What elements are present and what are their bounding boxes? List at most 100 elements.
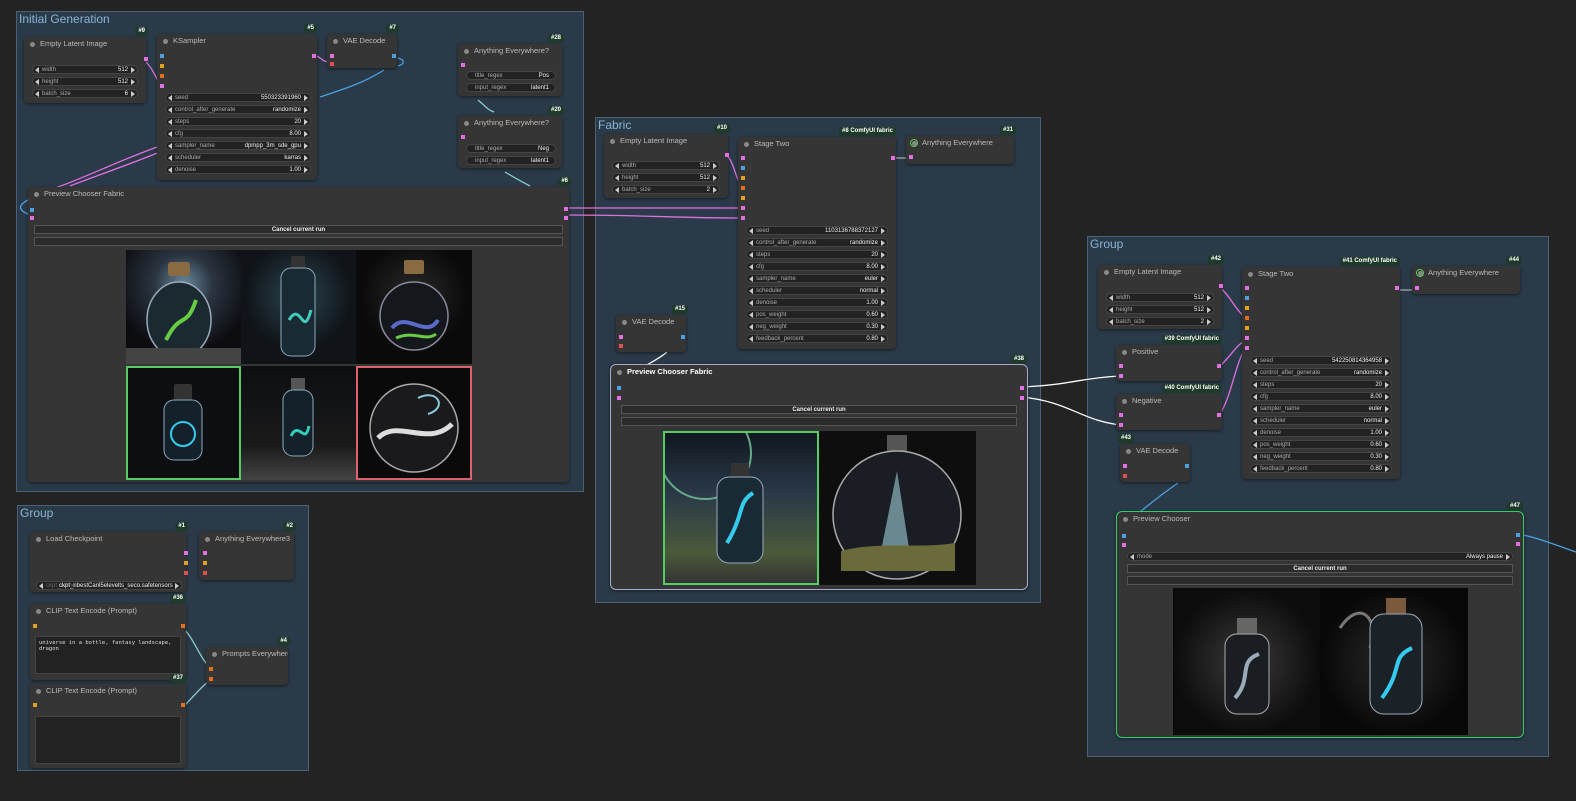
input-socket[interactable] [160,84,164,88]
node-stage-two-8[interactable]: #8 ComfyUI fabric Stage Two seed 11031367… [738,127,896,349]
batch-size-widget[interactable]: batch_size 2 [1106,317,1214,326]
input-socket[interactable] [209,677,213,681]
input-socket[interactable] [1245,336,1249,340]
input-socket[interactable] [30,208,34,212]
preview-image-5[interactable] [241,366,356,480]
output-socket[interactable] [1217,364,1221,368]
preview-image-2[interactable] [1320,588,1468,735]
neg-weight-widget[interactable]: neg_weight 0.30 [746,322,888,331]
node-vae-decode-15[interactable]: #15 VAE Decode [616,305,688,352]
input-socket[interactable] [461,135,465,139]
output-socket[interactable] [1395,286,1399,290]
input-socket[interactable] [1123,464,1127,468]
output-socket[interactable] [392,54,396,58]
node-anything-everywhere3-2[interactable]: #2 Anything Everywhere3 [199,522,296,580]
height-widget[interactable]: height 512 [1106,305,1214,314]
denoise-widget[interactable]: denoise 1.00 [165,165,311,174]
input-socket[interactable] [741,206,745,210]
output-socket[interactable] [725,153,729,157]
cfg-widget[interactable]: cfg 8.00 [746,262,888,271]
input-socket[interactable] [1119,364,1123,368]
batch-size-widget[interactable]: batch_size 6 [32,89,138,98]
input-socket[interactable] [741,186,745,190]
preview-image-4[interactable] [126,366,241,480]
input-socket[interactable] [741,166,745,170]
sampler-widget[interactable]: sampler_name euler [746,274,888,283]
input-socket[interactable] [1245,296,1249,300]
control-widget[interactable]: control_after_generate randomize [1250,368,1392,377]
output-socket[interactable] [184,571,188,575]
input-regex-field[interactable]: input_regex latent1 [466,156,556,165]
output-socket[interactable] [1185,464,1189,468]
node-empty-latent-10[interactable]: #10 Empty Latent Image width 512 height 51… [604,124,730,198]
output-socket[interactable] [1516,542,1520,546]
input-socket[interactable] [160,64,164,68]
input-socket[interactable] [1119,374,1123,378]
input-socket[interactable] [1123,474,1127,478]
neg-weight-widget[interactable]: neg_weight 0.30 [1250,452,1392,461]
output-socket[interactable] [681,335,685,339]
prompt-textarea[interactable]: universe in a bottle, fantasy landscape,… [35,636,181,674]
input-socket[interactable] [30,216,34,220]
preview-image-2[interactable] [241,250,356,364]
input-socket[interactable] [203,571,207,575]
steps-widget[interactable]: steps 20 [165,117,311,126]
prompt-textarea[interactable] [35,716,181,764]
input-socket[interactable] [330,54,334,58]
input-socket[interactable] [1122,543,1126,547]
input-socket[interactable] [461,63,465,67]
width-widget[interactable]: width 512 [32,65,138,74]
output-socket[interactable] [312,54,316,58]
node-preview-chooser-47[interactable]: #47 Preview Chooser mode Always pause Can… [1116,502,1524,738]
preview-image-3[interactable] [356,250,472,364]
output-socket[interactable] [1020,386,1024,390]
node-positive-39[interactable]: #39 ComfyUI fabric Positive [1116,335,1222,381]
input-socket[interactable] [1245,286,1249,290]
input-socket[interactable] [203,551,207,555]
node-clip-text-encode-37[interactable]: #37 CLIP Text Encode (Prompt) [30,674,186,768]
cancel-run-button[interactable]: Cancel current run [621,405,1017,414]
output-socket[interactable] [181,624,185,628]
scheduler-widget[interactable]: scheduler normal [1250,416,1392,425]
input-socket[interactable] [1119,413,1123,417]
mode-select[interactable]: mode Always pause [1127,552,1513,561]
node-negative-40[interactable]: #40 ComfyUI fabric Negative [1116,384,1222,430]
node-vae-decode-43[interactable]: #43 VAE Decode [1118,434,1190,482]
cancel-run-button[interactable]: Cancel current run [1127,564,1513,573]
ckpt-select[interactable]: ckpt_name ckpt_nbestCanl5elevelts_seco.sa… [36,581,182,590]
preview-image-1[interactable] [1173,588,1320,735]
output-socket[interactable] [184,551,188,555]
input-socket[interactable] [741,196,745,200]
batch-size-widget[interactable]: batch_size 2 [612,185,720,194]
seed-widget[interactable]: seed 550323391960 [165,93,311,102]
sampler-widget[interactable]: sampler_name euler [1250,404,1392,413]
node-stage-two-41[interactable]: #41 ComfyUI fabric Stage Two seed 5422508… [1242,257,1400,479]
cancel-run-button[interactable]: Cancel current run [34,225,563,234]
sampler-widget[interactable]: sampler_name dpmpp_3m_sde_gpu [165,141,311,150]
output-socket[interactable] [1217,413,1221,417]
node-preview-chooser-fabric-38[interactable]: #38 Preview Chooser Fabric Cancel curren… [610,355,1028,590]
output-socket[interactable] [1020,396,1024,400]
input-socket[interactable] [1245,326,1249,330]
denoise-widget[interactable]: denoise 1.00 [746,298,888,307]
seed-widget[interactable]: seed 542250814364958 [1250,356,1392,365]
node-vae-decode-7[interactable]: #7 VAE Decode [327,24,399,68]
input-socket[interactable] [909,155,913,159]
input-socket[interactable] [330,62,334,66]
title-regex-field[interactable]: title_regex Pos [466,71,556,80]
height-widget[interactable]: height 512 [32,77,138,86]
node-anything-everywhere-31[interactable]: #31 Anything Everywhere [906,126,1016,164]
input-regex-field[interactable]: input_regex latent1 [466,83,556,92]
node-prompts-everywhere-4[interactable]: #4 Prompts Everywhere [206,637,290,685]
input-socket[interactable] [33,703,37,707]
node-anything-everywhere-20[interactable]: #20 Anything Everywhere? title_regex Neg … [458,106,564,168]
output-socket[interactable] [181,703,185,707]
preview-image-1[interactable] [663,431,819,585]
node-anything-everywhere-44[interactable]: #44 Anything Everywhere [1412,256,1522,294]
control-widget[interactable]: control_after_generate randomize [746,238,888,247]
node-anything-everywhere-28[interactable]: #28 Anything Everywhere? title_regex Pos … [458,34,564,96]
node-load-checkpoint-1[interactable]: #1 Load Checkpoint ckpt_name ckpt_nbestCa… [30,522,188,592]
feedback-widget[interactable]: feedback_percent 0.80 [746,334,888,343]
width-widget[interactable]: width 512 [612,161,720,170]
output-socket[interactable] [144,57,148,61]
